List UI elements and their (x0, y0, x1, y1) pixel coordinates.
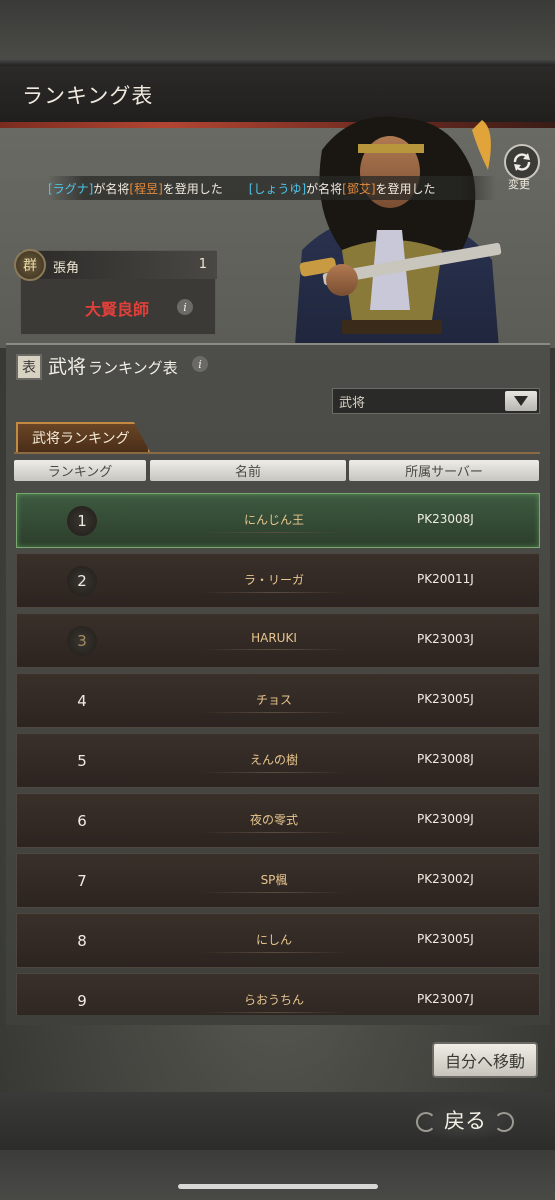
table-row[interactable]: 1 にんじん王 PK23008J (16, 493, 540, 548)
refresh-icon (513, 153, 531, 171)
ticker-item: [しょうゆ]が名将[鄧艾]を登用した (249, 180, 436, 197)
player-name: らおうちん (191, 991, 357, 1013)
refresh-label: 変更 (508, 178, 530, 191)
ticker-text: を登用した (375, 181, 436, 196)
bottom-strip (0, 1150, 555, 1200)
rank-number: 2 (67, 566, 97, 596)
faction-badge: 群 (14, 249, 46, 281)
ranking-table-icon: 表 (16, 354, 42, 380)
table-row[interactable]: 9 らおうちん PK23007J (16, 973, 540, 1015)
player-name: チョス (191, 691, 357, 713)
category-dropdown[interactable]: 武将 (332, 388, 540, 414)
rank-number: 9 (77, 992, 87, 1010)
server-id: PK23005J (417, 932, 474, 946)
server-id: PK23008J (417, 752, 474, 766)
back-button-label: 戻る (444, 1109, 486, 1133)
page-title: ランキング表 (22, 84, 154, 108)
back-button[interactable]: 戻る (412, 1100, 518, 1140)
server-id: PK23003J (417, 632, 474, 646)
dropdown-value: 武将 (339, 395, 366, 411)
ranking-list[interactable]: 1 にんじん王 PK23008J 2 ラ・リーガ PK20011J 3 HARU… (16, 493, 540, 1015)
triangle-down-icon (514, 396, 528, 406)
refresh-button[interactable] (504, 144, 540, 180)
panel-title: 武将 ランキング表 (48, 352, 178, 379)
server-id: PK23002J (417, 872, 474, 886)
ticker-item: [ラグナ]が名将[程昱]を登用した (48, 180, 223, 197)
tab-general-ranking[interactable]: 武将ランキング (16, 422, 150, 452)
table-row[interactable]: 4 チョス PK23005J (16, 673, 540, 728)
ticker-general: [鄧艾] (342, 181, 376, 196)
rank-number: 5 (77, 752, 87, 770)
server-id: PK20011J (417, 572, 474, 586)
player-name: ラ・リーガ (191, 571, 357, 593)
column-header-server[interactable]: 所属サーバー (349, 460, 539, 481)
table-row[interactable]: 5 えんの樹 PK23008J (16, 733, 540, 788)
rank-number: 8 (77, 932, 87, 950)
server-id: PK23005J (417, 692, 474, 706)
player-name: にしん (191, 931, 357, 953)
top-general-card[interactable]: 群 張角 1 大賢良師 i (14, 249, 217, 335)
player-name: にんじん王 (191, 511, 357, 533)
server-id: PK23008J (417, 512, 474, 526)
rank-number: 6 (77, 812, 87, 830)
table-row[interactable]: 2 ラ・リーガ PK20011J (16, 553, 540, 608)
player-name: 夜の零式 (191, 811, 357, 833)
table-row[interactable]: 6 夜の零式 PK23009J (16, 793, 540, 848)
panel-title-main: 武将 (48, 356, 87, 378)
player-name: HARUKI (191, 631, 357, 650)
general-name: 張角 (53, 261, 80, 276)
dropdown-arrow[interactable] (505, 391, 537, 411)
column-header-rank[interactable]: ランキング (14, 460, 146, 481)
info-icon[interactable]: i (192, 356, 208, 372)
panel-title-sub: ランキング表 (88, 359, 178, 377)
rank-number: 3 (67, 626, 97, 656)
general-count: 1 (198, 257, 207, 272)
ticker-text: が名将 (306, 181, 343, 196)
recruit-ticker: [ラグナ]が名将[程昱]を登用した [しょうゆ]が名将[鄧艾]を登用した (48, 176, 496, 200)
goto-self-button[interactable]: 自分へ移動 (432, 1042, 538, 1078)
info-icon[interactable]: i (177, 299, 193, 315)
general-title: 大賢良師 (85, 300, 150, 319)
card-namebar (21, 251, 217, 279)
server-id: PK23007J (417, 992, 474, 1006)
player-name: SP楓 (191, 871, 357, 893)
rank-number: 7 (77, 872, 87, 890)
table-row[interactable]: 3 HARUKI PK23003J (16, 613, 540, 668)
top-strip (0, 0, 555, 66)
rank-number: 1 (67, 506, 97, 536)
ticker-text: を登用した (162, 181, 223, 196)
tab-underline (14, 452, 540, 454)
home-indicator[interactable] (178, 1184, 378, 1189)
column-header-name[interactable]: 名前 (150, 460, 346, 481)
ticker-text: が名将 (93, 181, 130, 196)
ticker-general: [程昱] (129, 181, 163, 196)
ticker-player: [ラグナ] (48, 181, 94, 196)
table-row[interactable]: 8 にしん PK23005J (16, 913, 540, 968)
table-row[interactable]: 7 SP楓 PK23002J (16, 853, 540, 908)
ticker-player: [しょうゆ] (248, 181, 307, 196)
player-name: えんの樹 (191, 751, 357, 773)
rank-number: 4 (77, 692, 87, 710)
server-id: PK23009J (417, 812, 474, 826)
